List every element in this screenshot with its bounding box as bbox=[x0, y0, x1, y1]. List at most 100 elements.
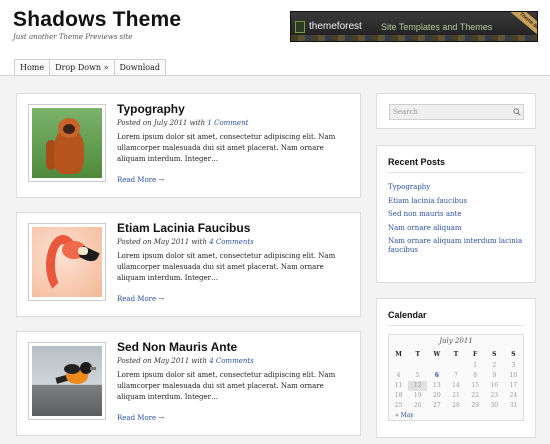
calendar-day: 12 bbox=[408, 381, 428, 391]
calendar-day: 9 bbox=[492, 372, 497, 379]
post-meta: Posted on May 2011 with 4 Comments bbox=[117, 357, 254, 365]
search-icon[interactable] bbox=[513, 108, 521, 116]
post-card: Etiam Lacinia Faucibus Posted on May 201… bbox=[16, 212, 361, 317]
calendar-table: July 2011 MTWTFSS 1 2 3 4 5 6 7 8 9 10 11 12 13 14 15 1… bbox=[388, 334, 524, 421]
calendar-widget: Calendar July 2011 MTWTFSS 1 2 3 4 5 6 7 8 9 10 11… bbox=[376, 298, 536, 438]
themeforest-banner[interactable]: themeforest Site Templates and Themes Th… bbox=[290, 11, 538, 42]
post-comments-link[interactable]: 1 Comment bbox=[207, 119, 248, 127]
themeforest-logo-icon bbox=[295, 21, 305, 33]
calendar-day: 26 bbox=[413, 402, 422, 409]
calendar-weekday: W bbox=[433, 351, 441, 358]
calendar-caption: July 2011 bbox=[439, 337, 473, 345]
post-card: Typography Posted on July 2011 with 1 Co… bbox=[16, 93, 361, 198]
calendar-weekday: M bbox=[395, 351, 402, 358]
read-more-link[interactable]: Read More → bbox=[117, 176, 164, 184]
calendar-day: 28 bbox=[452, 402, 460, 409]
calendar-day: 25 bbox=[394, 402, 403, 409]
calendar-day: 7 bbox=[454, 372, 458, 379]
widget-divider bbox=[388, 172, 524, 173]
calendar-day: 18 bbox=[394, 392, 403, 399]
flamingo-photo-icon bbox=[32, 227, 102, 297]
calendar-day: 14 bbox=[452, 382, 460, 389]
site-title[interactable]: Shadows Theme bbox=[13, 8, 181, 32]
nav-item-drop-down[interactable]: Drop Down » bbox=[49, 59, 114, 76]
calendar-day: 19 bbox=[413, 392, 422, 399]
oriole-photo-icon bbox=[32, 346, 102, 416]
calendar-days: 1 2 3 4 5 6 7 8 9 10 11 12 13 14 15 16 17 18 19 20 21 22 23 24 2… bbox=[389, 361, 523, 411]
post-comments-link[interactable]: 4 Comments bbox=[209, 357, 254, 365]
calendar-prev-month-link[interactable]: « May bbox=[389, 411, 523, 420]
recent-posts-widget: Recent Posts Typography Etiam lacinia fa… bbox=[376, 145, 536, 283]
widget-divider bbox=[388, 325, 524, 326]
site-tagline: Just another Theme Previews site bbox=[13, 33, 133, 41]
search-input[interactable]: Search bbox=[389, 104, 524, 120]
post-meta-text: Posted on May 2011 with bbox=[117, 238, 210, 246]
calendar-day: 24 bbox=[509, 392, 518, 399]
recent-post-link[interactable]: Nam ornare aliquam bbox=[388, 224, 528, 233]
post-thumbnail[interactable] bbox=[28, 223, 106, 301]
calendar-day: 30 bbox=[490, 402, 499, 409]
calendar-day: 3 bbox=[511, 362, 516, 369]
calendar-weekday: F bbox=[473, 351, 478, 358]
post-meta-text: Posted on May 2011 with bbox=[117, 357, 210, 365]
nav-item-download[interactable]: Download bbox=[113, 59, 167, 76]
post-meta-text: Posted on July 2011 with bbox=[117, 119, 208, 127]
calendar-empty-cell bbox=[446, 361, 465, 371]
post-thumbnail[interactable] bbox=[28, 342, 106, 420]
calendar-day[interactable]: 6 bbox=[427, 371, 446, 381]
calendar-day: 15 bbox=[471, 382, 479, 389]
post-excerpt: Lorem ipsum dolor sit amet, consectetur … bbox=[117, 133, 336, 163]
calendar-weekday: S bbox=[511, 351, 516, 358]
post-title[interactable]: Typography bbox=[117, 102, 185, 116]
calendar-day: 4 bbox=[396, 372, 401, 379]
banner-brand: themeforest bbox=[309, 21, 362, 32]
nav-item-home[interactable]: Home bbox=[14, 59, 50, 76]
post-card: Sed Non Mauris Ante Posted on May 2011 w… bbox=[16, 331, 361, 436]
post-title[interactable]: Sed Non Mauris Ante bbox=[117, 340, 237, 354]
recent-post-link[interactable]: Sed non mauris ante bbox=[388, 210, 528, 219]
calendar-empty-cell bbox=[427, 361, 446, 371]
calendar-week-row: 18 19 20 21 22 23 24 bbox=[389, 391, 523, 401]
calendar-day: 8 bbox=[473, 372, 478, 379]
main-nav: Home Drop Down » Download bbox=[14, 59, 167, 76]
calendar-week-row: 4 5 6 7 8 9 10 bbox=[389, 371, 523, 381]
calendar-day: 22 bbox=[471, 392, 479, 399]
calendar-empty-cell bbox=[408, 361, 427, 371]
calendar-day: 11 bbox=[394, 382, 403, 389]
calendar-day: 16 bbox=[490, 382, 499, 389]
post-excerpt: Lorem ipsum dolor sit amet, consectetur … bbox=[117, 371, 336, 401]
post-title[interactable]: Etiam Lacinia Faucibus bbox=[117, 221, 250, 235]
post-meta: Posted on July 2011 with 1 Comment bbox=[117, 119, 248, 127]
recent-post-link[interactable]: Typography bbox=[388, 183, 528, 192]
calendar-weekday: T bbox=[415, 351, 420, 358]
calendar-day: 1 bbox=[473, 362, 478, 369]
calendar-week-row: 25 26 27 28 29 30 31 bbox=[389, 401, 523, 411]
calendar-empty-cell bbox=[389, 361, 408, 371]
read-more-link[interactable]: Read More → bbox=[117, 414, 164, 422]
calendar-weekday: S bbox=[492, 351, 497, 358]
calendar-day: 20 bbox=[433, 392, 441, 399]
calendar-day: 13 bbox=[433, 382, 441, 389]
calendar-week-row: 1 2 3 bbox=[389, 361, 523, 371]
post-thumbnail[interactable] bbox=[28, 104, 106, 182]
calendar-day: 27 bbox=[433, 402, 441, 409]
calendar-day: 5 bbox=[415, 372, 420, 379]
recent-post-link[interactable]: Nam ornare aliquam interdum lacinia fauc… bbox=[388, 237, 528, 255]
read-more-link[interactable]: Read More → bbox=[117, 295, 164, 303]
post-comments-link[interactable]: 4 Comments bbox=[209, 238, 254, 246]
calendar-day: 10 bbox=[509, 372, 518, 379]
calendar-day: 21 bbox=[452, 392, 460, 399]
calendar-weekdays: MTWTFSS bbox=[389, 348, 523, 361]
orangutan-photo-icon bbox=[32, 108, 102, 178]
calendar-day: 29 bbox=[471, 402, 479, 409]
post-meta: Posted on May 2011 with 4 Comments bbox=[117, 238, 254, 246]
search-widget: Search bbox=[376, 93, 536, 129]
banner-thumbnail-strip bbox=[291, 35, 537, 41]
calendar-day: 2 bbox=[492, 362, 497, 369]
banner-tagline: Site Templates and Themes bbox=[381, 22, 493, 32]
calendar-day: 23 bbox=[490, 392, 499, 399]
calendar-day: 31 bbox=[509, 402, 518, 409]
recent-posts-title: Recent Posts bbox=[388, 157, 446, 167]
recent-post-link[interactable]: Etiam lacinia faucibus bbox=[388, 197, 528, 206]
calendar-day: 17 bbox=[509, 382, 518, 389]
